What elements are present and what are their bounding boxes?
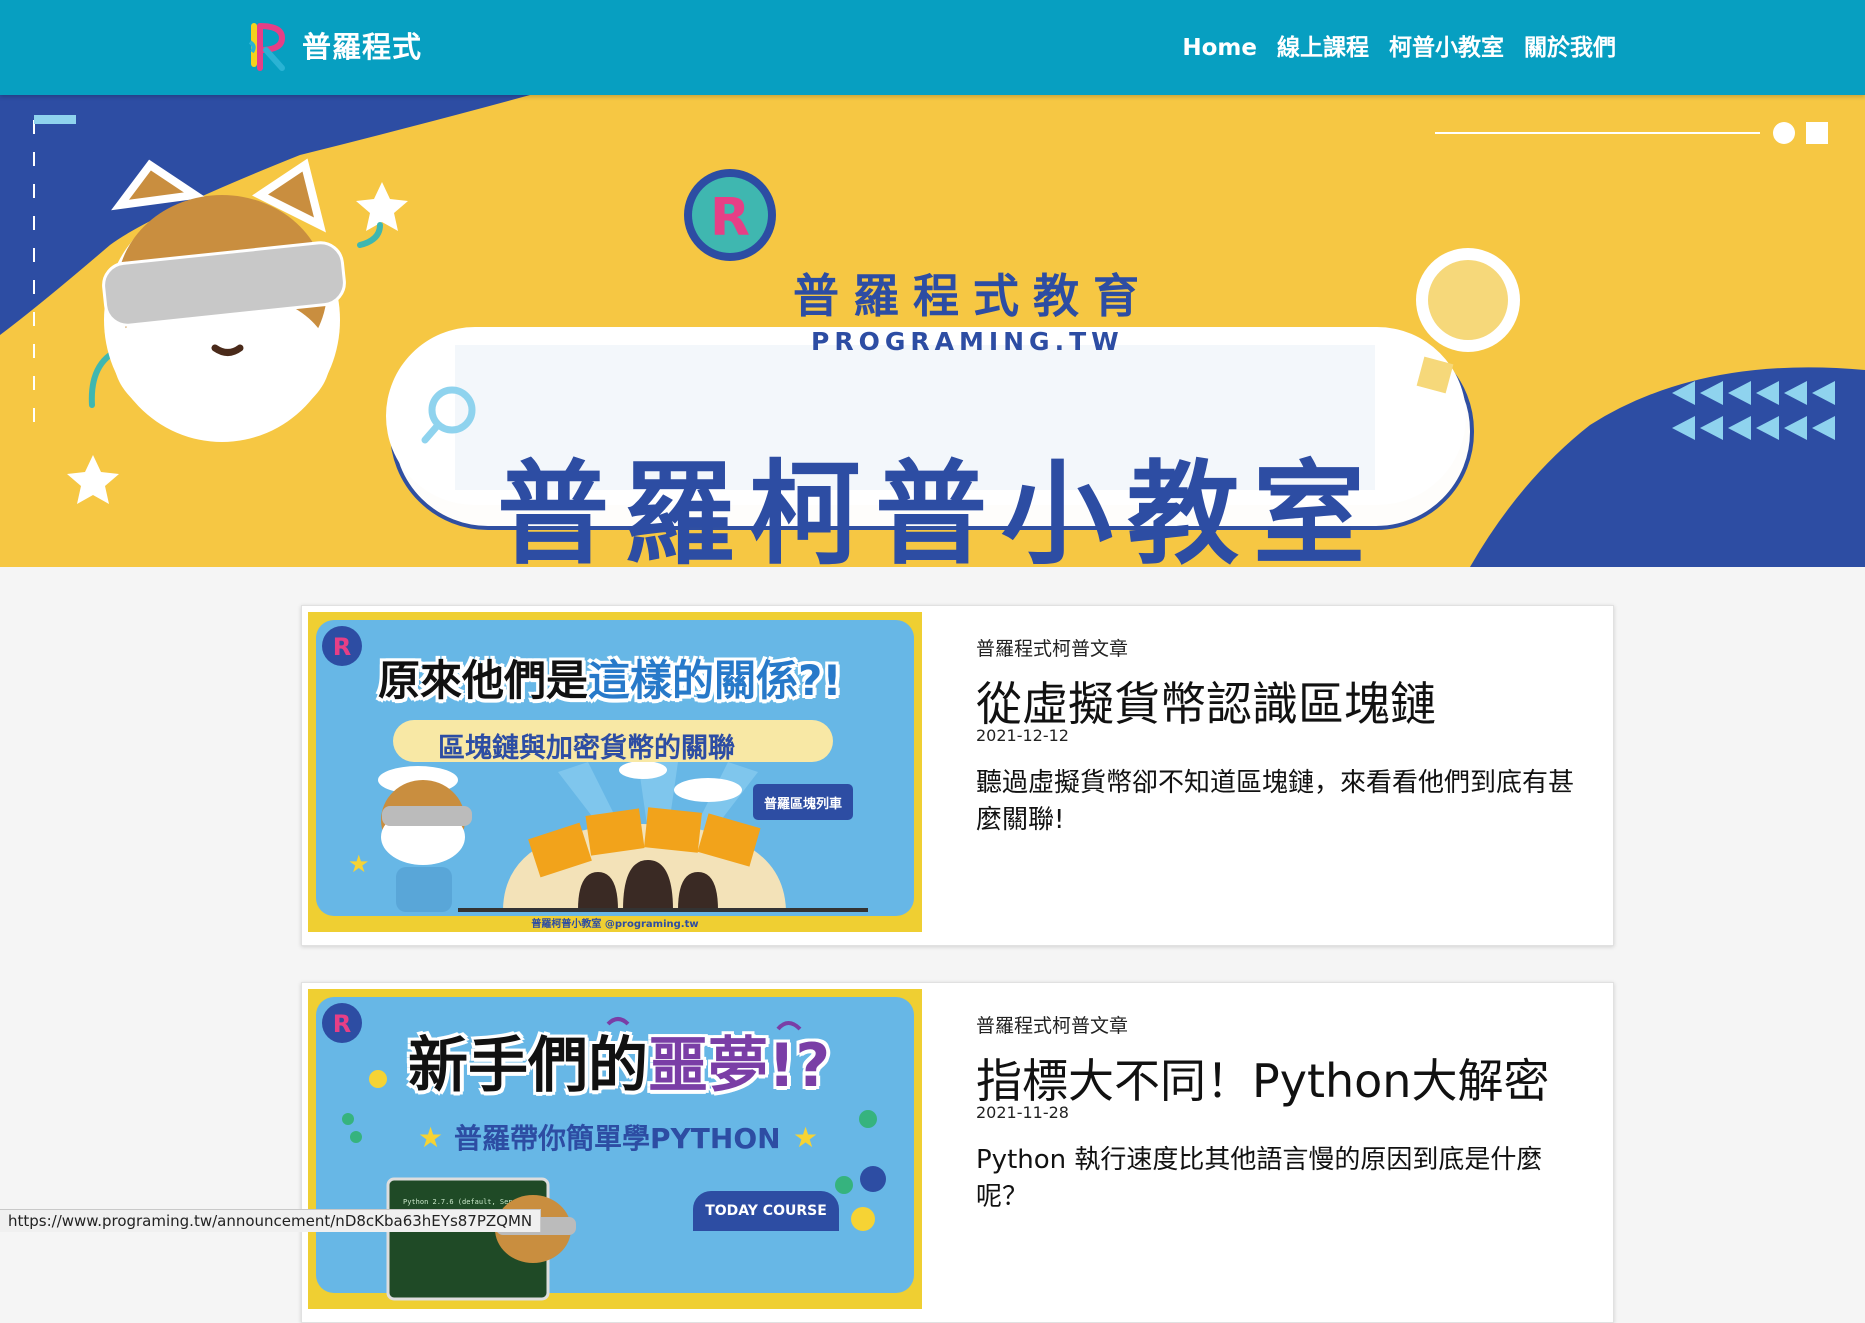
hero-banner: R 普羅程式教育 PROGRAMING.TW 普羅柯普小教室 [0, 95, 1865, 567]
article-description: Python 執行速度比其他語言慢的原因到底是什麼呢？ [976, 1145, 1543, 1212]
svg-text:R: R [333, 633, 351, 661]
svg-text:★: ★ [348, 850, 370, 878]
nav-home[interactable]: Home [1182, 28, 1257, 68]
thumbnail-footer: 普羅柯普小教室 @programing.tw [531, 919, 699, 930]
hero-brand-chinese: 普羅程式教育 [793, 269, 1153, 323]
nav-kopu-classroom[interactable]: 柯普小教室 [1389, 28, 1504, 68]
svg-text:★: ★ [418, 1121, 443, 1154]
main-nav: Home 線上課程 柯普小教室 關於我們 [1182, 28, 1616, 68]
thumbnail-subtitle: 區塊鏈與加密貨幣的關聯 [438, 733, 735, 764]
article-date: 2021-11-28 [976, 1103, 1069, 1122]
svg-text:★: ★ [793, 1121, 818, 1154]
article-title[interactable]: 指標大不同！Python大解密 [976, 1045, 1549, 1111]
corgi-mascot-icon [102, 158, 346, 442]
article-date: 2021-12-12 [976, 726, 1069, 745]
article-category: 普羅程式柯普文章 [976, 1015, 1129, 1037]
thumbnail-heading: 新手們的噩夢!? [408, 1031, 831, 1101]
article-title[interactable]: 從虛擬貨幣認識區塊鏈 [976, 668, 1436, 734]
thumbnail-badge: TODAY COURSE [693, 1191, 839, 1231]
article-card[interactable]: Python 2.7.6 (default, Sep 9 2014) [GCC … [301, 982, 1614, 1323]
brand-name: 普羅程式 [302, 30, 423, 64]
svg-text:R: R [710, 188, 750, 248]
brand[interactable]: 普羅程式 [246, 18, 422, 72]
navbar: 普羅程式 Home 線上課程 柯普小教室 關於我們 [0, 0, 1865, 95]
hero-brand-english: PROGRAMING.TW [811, 327, 1124, 356]
thumbnail-badge: 普羅區塊列車 [753, 784, 853, 820]
article-description: 聽過虛擬貨幣卻不知道區塊鏈，來看看他們到底有甚麼關聯! [976, 768, 1575, 835]
link-status-bar: https://www.programing.tw/announcement/n… [0, 1209, 542, 1232]
article-thumbnail[interactable]: Python 2.7.6 (default, Sep 9 2014) [GCC … [308, 989, 922, 1309]
nav-about-us[interactable]: 關於我們 [1524, 28, 1616, 68]
hero-title: 普羅柯普小教室 [497, 450, 1379, 567]
article-card[interactable]: R ★ 原來他們是這樣的關係?! 區塊鏈與加密貨幣的關聯 普羅區塊列車 普羅柯普… [301, 605, 1614, 946]
thumbnail-subtitle: 普羅帶你簡單學PYTHON [454, 1122, 781, 1155]
thumbnail-heading: 原來他們是這樣的關係?! [378, 656, 842, 705]
svg-text:R: R [333, 1010, 351, 1038]
nav-online-courses[interactable]: 線上課程 [1277, 28, 1369, 68]
programing-logo-icon [248, 23, 286, 71]
article-thumbnail[interactable]: R ★ 原來他們是這樣的關係?! 區塊鏈與加密貨幣的關聯 普羅區塊列車 普羅柯普… [308, 612, 922, 932]
article-category: 普羅程式柯普文章 [976, 638, 1129, 660]
